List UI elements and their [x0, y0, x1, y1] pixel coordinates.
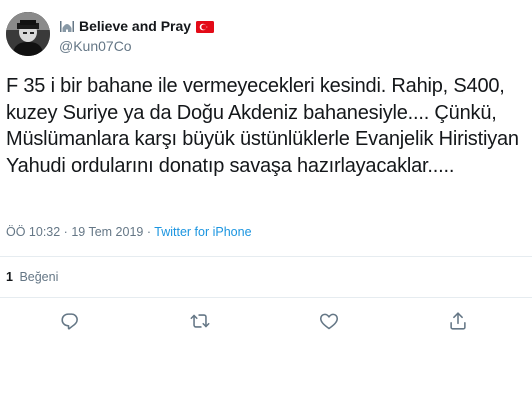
retweet-button[interactable] [189, 310, 211, 332]
user-names: Believe and Pray @Kun07Co [59, 16, 215, 54]
reply-icon [61, 313, 78, 330]
likes-count: 1 [6, 270, 13, 284]
tweet-text: F 35 i bir bahane ile vermeyecekleri kes… [6, 75, 519, 177]
share-icon [450, 312, 466, 330]
meta-separator: · [143, 225, 155, 239]
mosque-icon [59, 19, 75, 33]
tweet-header: Believe and Pray @Kun07Co [6, 12, 215, 60]
tweet-meta: ÖÖ 10:32 · 19 Tem 2019 · Twitter for iPh… [6, 225, 252, 239]
like-icon [319, 313, 339, 330]
display-name: Believe and Pray [79, 18, 192, 34]
retweet-icon [190, 314, 210, 328]
likes-label: Beğeni [19, 270, 59, 284]
user-handle[interactable]: @Kun07Co [59, 38, 214, 54]
meta-separator: · [60, 225, 72, 239]
like-button[interactable] [318, 310, 340, 332]
likes-stat[interactable]: 1 Beğeni [6, 270, 58, 284]
avatar-image [6, 12, 50, 56]
tweet-source-link[interactable]: Twitter for iPhone [154, 225, 251, 239]
tweet-date[interactable]: 19 Tem 2019 [71, 225, 143, 239]
divider [0, 297, 532, 298]
divider [0, 256, 532, 257]
tweet-card: Believe and Pray @Kun07Co F 35 i bir bah… [0, 0, 532, 417]
reply-button[interactable] [59, 310, 81, 332]
tweet-time[interactable]: ÖÖ 10:32 [6, 225, 60, 239]
turkey-flag-icon [196, 20, 215, 33]
avatar[interactable] [6, 12, 50, 56]
display-name-row[interactable]: Believe and Pray [59, 16, 215, 36]
share-button[interactable] [447, 310, 469, 332]
